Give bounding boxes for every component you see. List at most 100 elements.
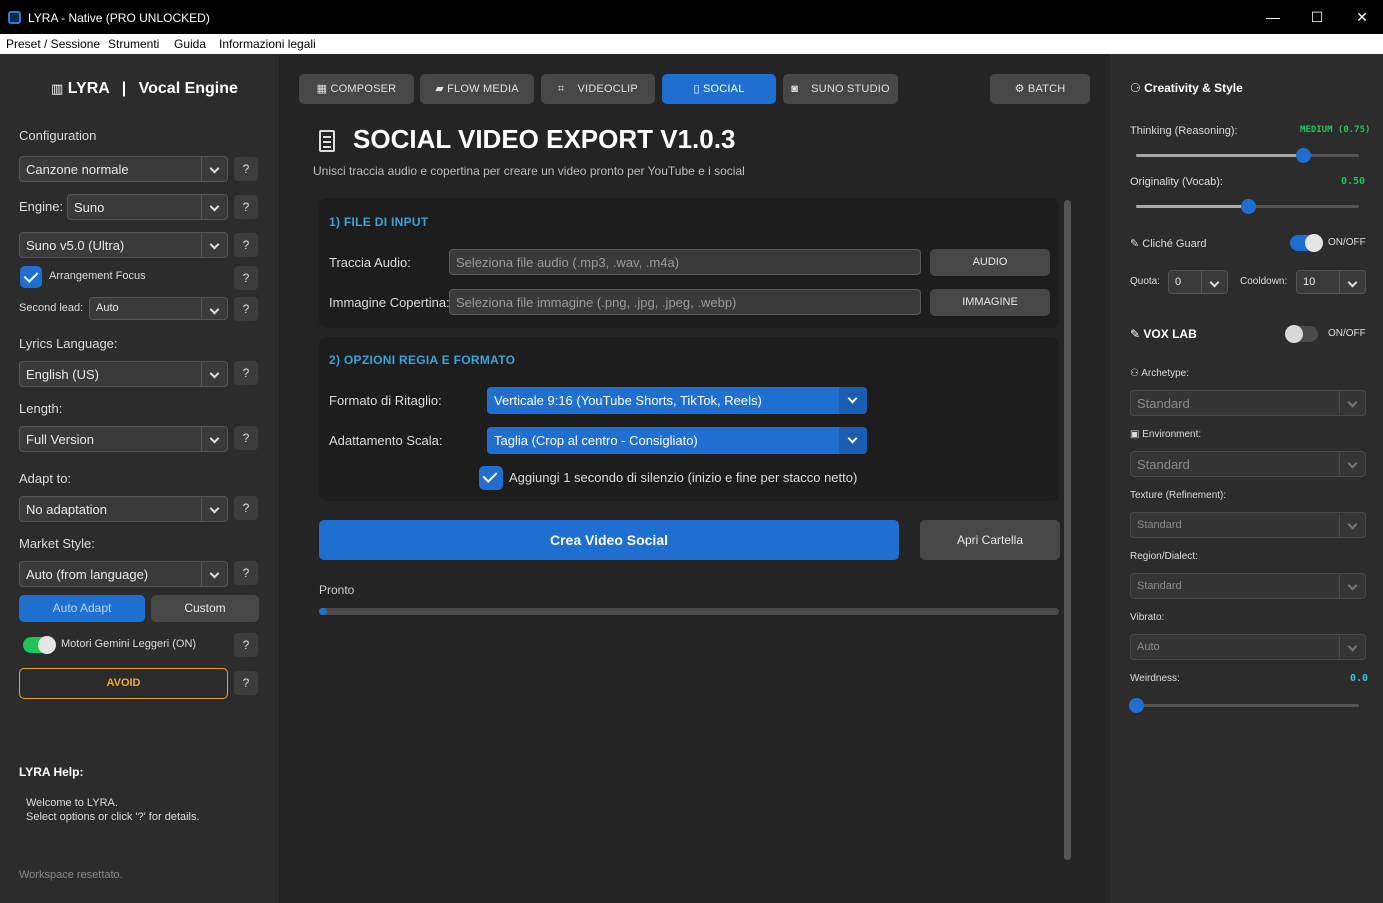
maximize-button[interactable]: ☐ <box>1302 6 1332 28</box>
model-select[interactable]: Suno v5.0 (Ultra) <box>19 232 228 258</box>
region-select[interactable]: Standard <box>1130 573 1366 599</box>
help-button-model[interactable]: ? <box>234 233 258 257</box>
open-folder-button[interactable]: Apri Cartella <box>920 520 1060 560</box>
scale-select[interactable]: Taglia (Crop al centro - Consigliato) <box>487 427 867 454</box>
chevron-down-icon <box>839 387 867 414</box>
engine-title: Vocal Engine <box>138 80 238 97</box>
arrangement-focus-checkbox[interactable] <box>20 266 42 288</box>
toggle-knob <box>1305 234 1323 252</box>
help-button-adapt[interactable]: ? <box>234 496 258 520</box>
auto-adapt-button[interactable]: Auto Adapt <box>19 595 145 622</box>
mask-icon: ⚇ <box>1130 368 1139 379</box>
archetype-text: Archetype: <box>1141 368 1190 379</box>
brand-header: ▥ LYRA | Vocal Engine <box>51 80 238 98</box>
help-button-avoid[interactable]: ? <box>234 671 258 695</box>
silence-label: Aggiungi 1 secondo di silenzio (inizio e… <box>509 470 858 485</box>
chevron-down-icon <box>1339 513 1365 537</box>
page-title: SOCIAL VIDEO EXPORT V1.0.3 <box>353 124 736 154</box>
slider-knob[interactable] <box>1241 199 1256 214</box>
brand-separator: | <box>121 80 127 97</box>
window-title: LYRA - Native (PRO UNLOCKED) <box>28 11 210 25</box>
image-browse-button[interactable]: IMMAGINE <box>930 289 1050 316</box>
environment-select[interactable]: Standard <box>1130 451 1366 477</box>
vox-lab-title-text: VOX LAB <box>1143 327 1197 341</box>
help-button-market[interactable]: ? <box>234 561 258 585</box>
chevron-down-icon <box>1339 271 1365 293</box>
minimize-button[interactable]: — <box>1258 6 1288 28</box>
texture-select[interactable]: Standard <box>1130 512 1366 538</box>
menu-strumenti[interactable]: Strumenti <box>108 37 159 51</box>
configuration-select[interactable]: Canzone normale <box>19 156 228 182</box>
audio-browse-button[interactable]: AUDIO <box>930 249 1050 276</box>
adapt-select[interactable]: No adaptation <box>19 496 228 522</box>
length-select[interactable]: Full Version <box>19 426 228 452</box>
menu-informazioni[interactable]: Informazioni legali <box>219 37 316 51</box>
tab-flow-media[interactable]: ▰ FLOW MEDIA <box>420 74 534 104</box>
configuration-value: Canzone normale <box>26 162 129 177</box>
length-value: Full Version <box>26 432 94 447</box>
crop-format-select[interactable]: Verticale 9:16 (YouTube Shorts, TikTok, … <box>487 387 867 414</box>
chevron-down-icon <box>201 562 227 586</box>
app-icon <box>8 11 21 24</box>
help-button-length[interactable]: ? <box>234 426 258 450</box>
menu-bar: Preset / Sessione Strumenti Guida Inform… <box>0 34 1383 54</box>
vox-lab-toggle[interactable] <box>1285 325 1318 343</box>
menu-guida[interactable]: Guida <box>174 37 206 51</box>
engine-select[interactable]: Suno <box>67 194 228 220</box>
custom-button[interactable]: Custom <box>151 595 259 622</box>
audio-label: Traccia Audio: <box>329 255 411 270</box>
help-button-gemini[interactable]: ? <box>234 633 258 657</box>
avoid-button[interactable]: AVOID <box>19 668 228 699</box>
progress-fill <box>319 608 327 615</box>
create-video-button[interactable]: Crea Video Social <box>319 520 899 560</box>
cooldown-select[interactable]: 10 <box>1296 270 1366 294</box>
status-text: Workspace resettato. <box>19 869 123 881</box>
originality-value: 0.50 <box>1341 176 1366 187</box>
scrollbar[interactable] <box>1064 200 1071 860</box>
gemini-toggle[interactable] <box>23 636 56 654</box>
adapt-value: No adaptation <box>26 502 107 517</box>
tab-suno-studio[interactable]: ◙ SUNO STUDIO <box>783 74 898 104</box>
length-label: Length: <box>19 401 63 416</box>
help-button-arrangement[interactable]: ? <box>234 266 258 290</box>
tab-composer[interactable]: ▦ COMPOSER <box>299 74 414 104</box>
creativity-title: ⚆ Creativity & Style <box>1130 81 1243 95</box>
tab-social[interactable]: ▯ SOCIAL <box>662 74 776 104</box>
chevron-down-icon <box>201 362 227 386</box>
thinking-slider[interactable] <box>1136 148 1359 163</box>
film-icon: ▰ <box>435 83 444 95</box>
vibrato-select[interactable]: Auto <box>1130 634 1366 660</box>
silence-checkbox[interactable] <box>479 466 503 490</box>
close-button[interactable]: ✕ <box>1347 6 1377 28</box>
image-file-input[interactable]: Seleziona file immagine (.png, .jpg, .jp… <box>449 289 921 315</box>
originality-slider[interactable] <box>1136 199 1359 214</box>
help-button-configuration[interactable]: ? <box>234 157 258 181</box>
tab-label: SUNO STUDIO <box>811 83 890 95</box>
help-button-engine[interactable]: ? <box>234 195 258 219</box>
tab-label: FLOW MEDIA <box>447 83 519 95</box>
market-style-select[interactable]: Auto (from language) <box>19 561 228 587</box>
help-line-2: Select options or click '?' for details. <box>26 811 200 823</box>
cliche-guard-toggle[interactable] <box>1290 234 1323 252</box>
configuration-label: Configuration <box>19 128 97 143</box>
menu-preset[interactable]: Preset / Sessione <box>6 37 100 51</box>
tab-batch[interactable]: ⚙ BATCH <box>990 74 1090 104</box>
help-button-lyrics[interactable]: ? <box>234 361 258 385</box>
lyrics-language-select[interactable]: English (US) <box>19 361 228 387</box>
slider-knob[interactable] <box>1129 698 1144 713</box>
piano-icon: ▥ <box>51 81 64 96</box>
scale-label: Adattamento Scala: <box>329 433 443 448</box>
brand-name: LYRA <box>67 80 110 97</box>
image-label: Immagine Copertina: <box>329 295 450 310</box>
audio-file-input[interactable]: Seleziona file audio (.mp3, .wav, .m4a) <box>449 249 921 275</box>
quota-select[interactable]: 0 <box>1168 270 1228 294</box>
chevron-down-icon <box>1339 391 1365 415</box>
weirdness-slider[interactable] <box>1129 698 1359 713</box>
archetype-select[interactable]: Standard <box>1130 390 1366 416</box>
cliche-guard-label: ✎ Cliché Guard <box>1130 237 1206 250</box>
tab-videoclip[interactable]: ⌗ VIDEOCLIP <box>541 74 655 104</box>
help-button-second-lead[interactable]: ? <box>234 297 258 321</box>
second-lead-select[interactable]: Auto <box>89 297 228 320</box>
slider-knob[interactable] <box>1296 148 1311 163</box>
left-sidebar: ▥ LYRA | Vocal Engine Configuration Canz… <box>0 54 279 903</box>
